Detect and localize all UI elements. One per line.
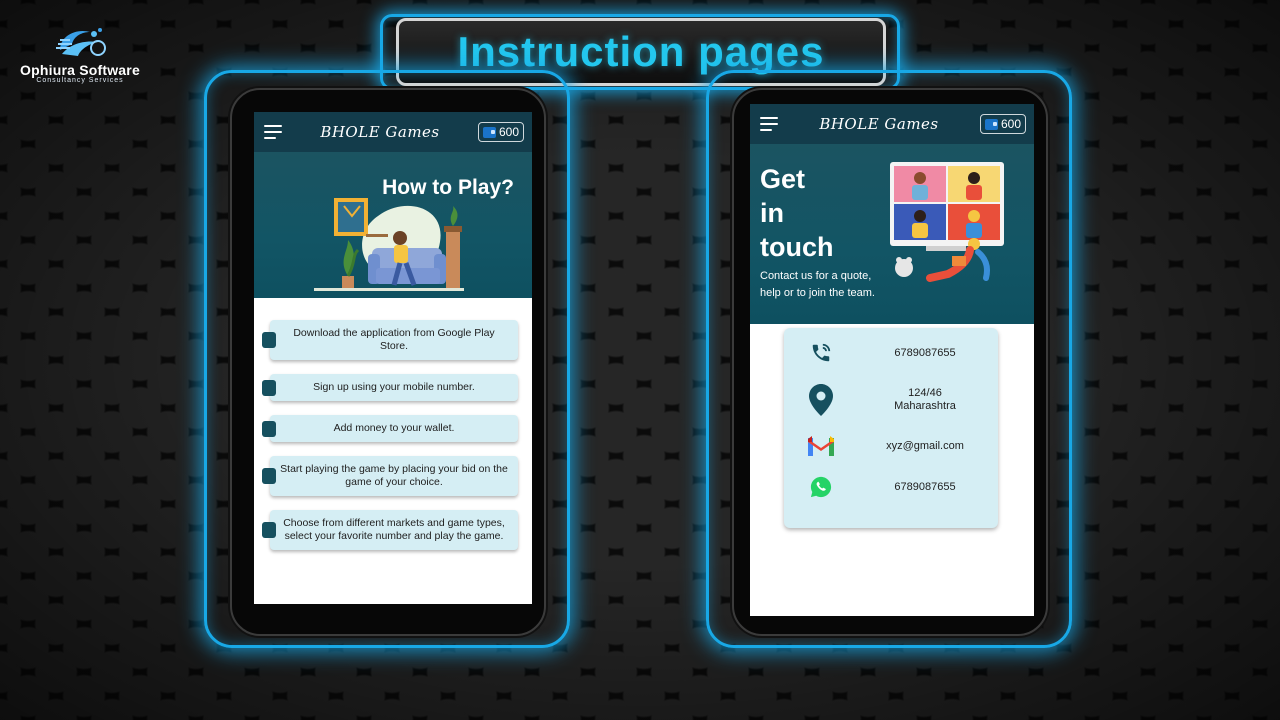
step-item: Choose from different markets and game t…: [262, 510, 518, 550]
step-marker: [262, 379, 276, 396]
step-item: Add money to your wallet.: [262, 415, 518, 442]
contact-card: 6789087655 124/46 Maharashtra xyz@gmail.…: [784, 328, 998, 528]
contact-row-email[interactable]: xyz@gmail.com: [784, 436, 998, 456]
phone-get-in-touch: BHOLE Games 600 Get in touch Contact us …: [732, 88, 1048, 636]
ophiura-logo-icon: [56, 28, 106, 56]
wallet-balance-button[interactable]: 600: [477, 122, 524, 142]
phone-how-to-play: BHOLE Games 600 How to Play? Download th…: [230, 88, 546, 636]
how-to-play-title: How to Play?: [382, 176, 514, 199]
app-title: BHOLE Games: [819, 115, 939, 133]
wallet-icon: [984, 118, 998, 130]
steps-list: Download the application from Google Pla…: [254, 298, 532, 550]
contact-row-whatsapp[interactable]: 6789087655: [784, 476, 998, 498]
brand-logo: Ophiura Software Consultancy Services: [18, 24, 142, 84]
wallet-icon: [482, 126, 496, 138]
app-header: BHOLE Games 600: [254, 112, 532, 152]
title-line: in: [760, 198, 784, 228]
step-text: Sign up using your mobile number.: [270, 374, 518, 401]
gmail-icon: [808, 436, 834, 456]
hamburger-menu-icon[interactable]: [760, 117, 778, 131]
step-text: Add money to your wallet.: [270, 415, 518, 442]
title-line: touch: [760, 232, 834, 262]
get-in-touch-subtitle: Contact us for a quote, help or to join …: [760, 270, 875, 299]
contact-phone-text: 6789087655: [894, 346, 956, 359]
wallet-amount: 600: [1000, 117, 1021, 131]
address-line: Maharashtra: [894, 400, 956, 412]
wallet-amount: 600: [498, 125, 519, 139]
step-marker: [262, 468, 276, 484]
phone-screen: BHOLE Games 600 How to Play? Download th…: [254, 112, 532, 604]
phone-icon: [812, 343, 831, 362]
hamburger-menu-icon[interactable]: [264, 125, 282, 139]
page-title: Instruction pages: [457, 28, 825, 75]
address-line: 124/46: [908, 387, 942, 399]
step-item: Sign up using your mobile number.: [262, 374, 518, 401]
get-in-touch-hero: Get in touch Contact us for a quote, hel…: [750, 144, 1034, 324]
background-vignette: [0, 0, 1280, 720]
step-text: Start playing the game by placing your b…: [270, 456, 518, 496]
step-item: Download the application from Google Pla…: [262, 320, 518, 360]
get-in-touch-title: Get in touch: [760, 162, 850, 264]
phone-screen: BHOLE Games 600 Get in touch Contact us …: [750, 104, 1034, 616]
app-header: BHOLE Games 600: [750, 104, 1034, 144]
contact-email-text: xyz@gmail.com: [886, 439, 964, 452]
step-marker: [262, 420, 276, 437]
video-call-illustration: [890, 162, 1004, 282]
step-text: Download the application from Google Pla…: [270, 320, 518, 360]
gamer-on-couch-illustration: [314, 198, 464, 291]
whatsapp-icon: [810, 476, 832, 498]
location-pin-icon: [809, 384, 833, 416]
title-line: Get: [760, 164, 806, 194]
app-title: BHOLE Games: [320, 123, 440, 141]
brand-name: Ophiura Software: [20, 62, 140, 78]
contact-whatsapp-text: 6789087655: [894, 480, 956, 493]
step-text: Choose from different markets and game t…: [270, 510, 518, 550]
how-to-play-hero: How to Play?: [254, 152, 532, 298]
step-item: Start playing the game by placing your b…: [262, 456, 518, 496]
wallet-balance-button[interactable]: 600: [979, 114, 1026, 134]
step-marker: [262, 522, 276, 538]
step-marker: [262, 332, 276, 348]
brand-subtitle: Consultancy Services: [36, 77, 124, 84]
contact-row-address[interactable]: 124/46 Maharashtra: [784, 384, 998, 416]
contact-address-text: 124/46 Maharashtra: [858, 387, 998, 413]
contact-row-phone[interactable]: 6789087655: [784, 342, 998, 364]
